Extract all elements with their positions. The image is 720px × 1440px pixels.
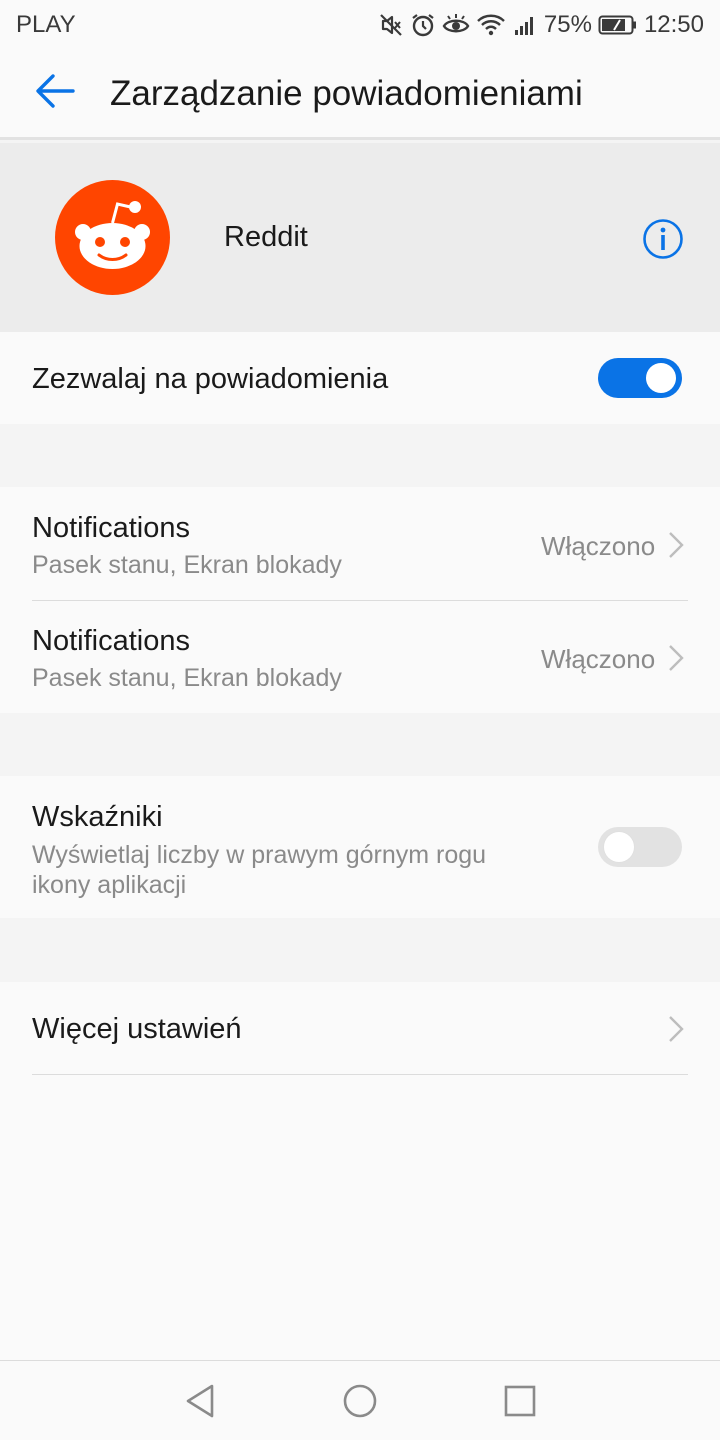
badges-title: Wskaźniki	[32, 801, 163, 833]
channel-status: Włączono	[541, 531, 656, 561]
back-button[interactable]	[0, 49, 110, 139]
channel-status: Włączono	[541, 644, 656, 674]
divider	[32, 1074, 688, 1075]
notification-channel-row[interactable]: Notifications Pasek stanu, Ekran blokady…	[0, 487, 720, 600]
allow-notifications-label: Zezwalaj na powiadomienia	[32, 363, 389, 395]
nav-recents-icon[interactable]	[500, 1381, 540, 1426]
clock: 12:50	[643, 11, 704, 38]
info-circle-icon	[642, 219, 684, 264]
app-name: Reddit	[224, 221, 308, 253]
channel-subtitle: Pasek stanu, Ekran blokady	[32, 664, 342, 692]
badges-toggle[interactable]	[598, 827, 682, 867]
app-info-button[interactable]	[642, 218, 684, 265]
chevron-right-icon	[668, 531, 684, 564]
page-title: Zarządzanie powiadomieniami	[110, 73, 583, 113]
alarm-icon	[410, 12, 436, 38]
more-settings-row[interactable]: Więcej ustawień	[0, 982, 720, 1075]
reddit-logo-icon	[55, 180, 170, 295]
badges-subtitle-line1: Wyświetlaj liczby w prawym górnym rogu	[32, 841, 487, 869]
channel-title: Notifications	[32, 512, 190, 544]
mute-icon	[378, 12, 404, 38]
nav-home-icon[interactable]	[340, 1381, 380, 1426]
badges-row[interactable]: Wskaźniki Wyświetlaj liczby w prawym gór…	[0, 776, 720, 918]
badges-subtitle-line2: ikony aplikacji	[32, 871, 187, 899]
navigation-bar	[0, 1360, 720, 1440]
chevron-right-icon	[668, 1015, 684, 1048]
app-header: Zarządzanie powiadomieniami	[0, 50, 720, 140]
eye-comfort-icon	[442, 12, 470, 38]
wifi-icon	[476, 12, 506, 38]
more-settings-section: Więcej ustawień	[0, 982, 720, 1360]
notification-channels-section: Notifications Pasek stanu, Ekran blokady…	[0, 487, 720, 713]
carrier-name: PLAY	[16, 11, 76, 38]
arrow-left-icon	[35, 73, 75, 114]
battery-percent: 75%	[543, 11, 592, 38]
nav-back-icon[interactable]	[180, 1381, 220, 1426]
channel-title: Notifications	[32, 625, 190, 657]
app-info-card: Reddit	[0, 143, 720, 332]
notification-channel-row[interactable]: Notifications Pasek stanu, Ekran blokady…	[0, 600, 720, 713]
battery-icon	[598, 13, 638, 37]
allow-notifications-toggle[interactable]	[598, 358, 682, 398]
chevron-right-icon	[668, 644, 684, 677]
channel-subtitle: Pasek stanu, Ekran blokady	[32, 551, 342, 579]
signal-icon	[512, 12, 538, 38]
more-settings-label: Więcej ustawień	[32, 1013, 242, 1045]
status-bar: PLAY 75% 12:50	[0, 0, 720, 50]
allow-notifications-row[interactable]: Zezwalaj na powiadomienia	[0, 332, 720, 424]
